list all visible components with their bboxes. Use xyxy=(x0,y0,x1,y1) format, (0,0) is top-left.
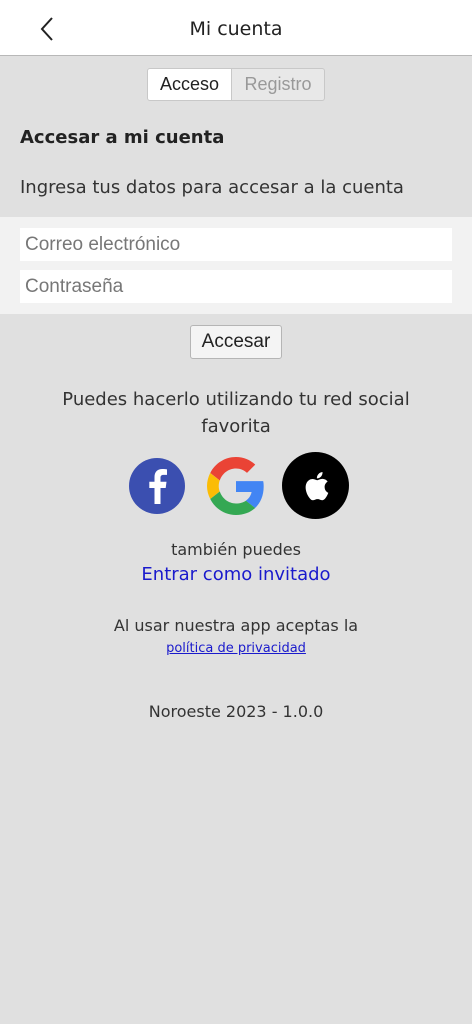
login-button[interactable]: Accesar xyxy=(190,325,282,359)
app-header: Mi cuenta xyxy=(0,0,472,56)
google-login-button[interactable] xyxy=(207,457,265,515)
guest-prefix-text: también puedes xyxy=(171,540,301,559)
page-title: Mi cuenta xyxy=(189,18,283,40)
apple-login-button[interactable] xyxy=(282,452,349,519)
privacy-policy-link[interactable]: política de privacidad xyxy=(0,641,472,656)
password-field[interactable] xyxy=(20,270,452,303)
facebook-login-button[interactable] xyxy=(129,458,185,514)
social-login-text: Puedes hacerlo utilizando tu red social … xyxy=(62,389,410,437)
terms-text: Al usar nuestra app aceptas la xyxy=(113,616,359,635)
tab-registro[interactable]: Registro xyxy=(232,68,325,101)
apple-icon xyxy=(305,471,328,500)
google-icon xyxy=(207,457,264,515)
login-form xyxy=(0,217,472,314)
facebook-icon xyxy=(149,469,167,504)
auth-tabs: Acceso Registro xyxy=(147,68,325,101)
tab-acceso[interactable]: Acceso xyxy=(147,68,232,101)
login-subtitle: Ingresa tus datos para accesar a la cuen… xyxy=(20,177,404,198)
guest-login-link[interactable]: Entrar como invitado xyxy=(0,564,472,585)
app-version: Noroeste 2023 - 1.0.0 xyxy=(148,702,324,721)
chevron-left-icon xyxy=(40,17,53,41)
back-button[interactable] xyxy=(30,12,64,46)
login-heading: Accesar a mi cuenta xyxy=(20,127,225,148)
email-field[interactable] xyxy=(20,228,452,261)
